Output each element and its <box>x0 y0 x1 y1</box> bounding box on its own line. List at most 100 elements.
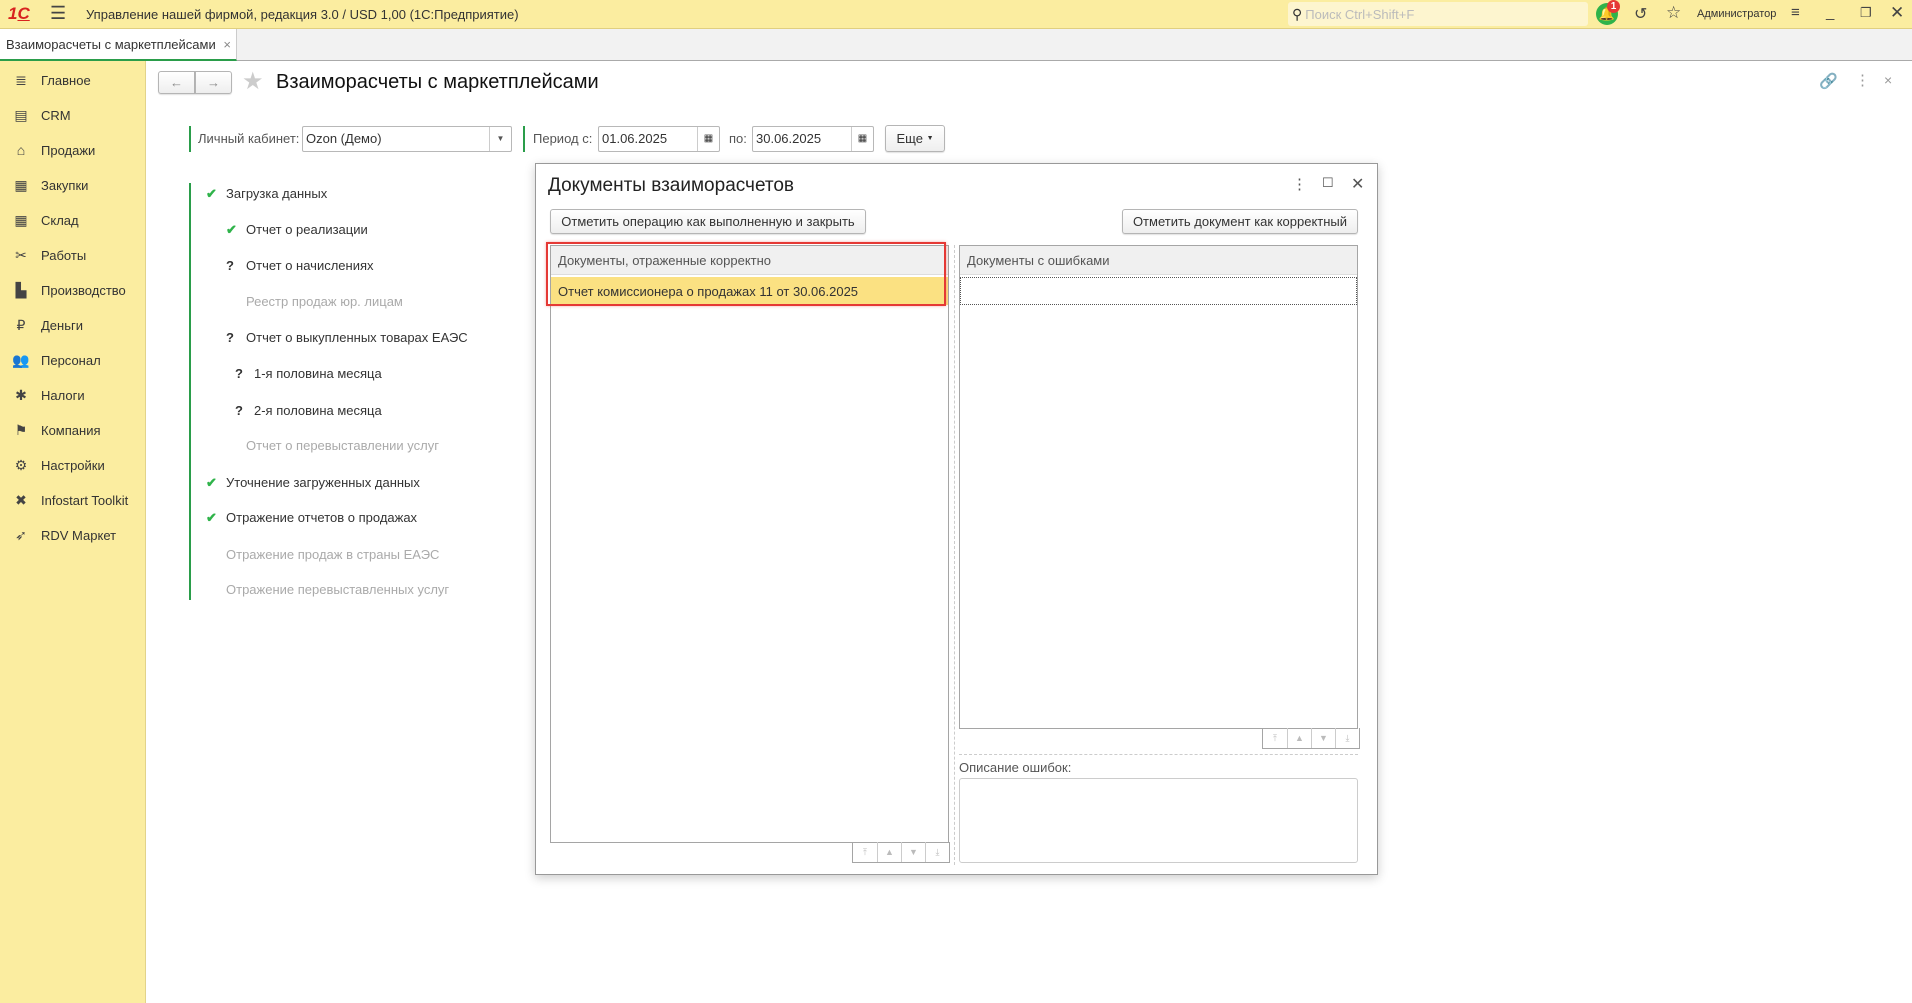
step-item[interactable]: ✔ Отражение отчетов о продажах <box>206 510 417 526</box>
step-label: Отчет о перевыставлении услуг <box>246 438 439 453</box>
step-item[interactable]: ✔ Уточнение загруженных данных <box>206 475 420 491</box>
mark-done-button[interactable]: Отметить операцию как выполненную и закр… <box>550 209 866 234</box>
step-label: Отражение продаж в страны ЕАЭС <box>226 547 440 562</box>
table-scroll-buttons: ⤒ ▲ ▼ ⤓ <box>1262 728 1360 749</box>
calendar-icon[interactable]: ▦ <box>851 127 873 151</box>
sidebar-item[interactable]: 👥 Персонал <box>0 345 146 375</box>
tab-marketplace-settlements[interactable]: Взаиморасчеты с маркетплейсами × <box>0 29 237 61</box>
user-name[interactable]: Администратор <box>1697 8 1776 20</box>
chevron-down-icon[interactable]: ▼ <box>489 127 511 151</box>
calendar-icon[interactable]: ▦ <box>697 127 719 151</box>
search-input[interactable]: ⚲ Поиск Ctrl+Shift+F <box>1288 2 1588 26</box>
scroll-top-icon[interactable]: ⤒ <box>853 842 877 862</box>
sidebar-icon: ▦ <box>14 176 28 193</box>
settings-menu-icon[interactable]: ≡ <box>1791 4 1800 21</box>
sidebar-icon: ✖ <box>15 491 27 508</box>
sidebar-item[interactable]: ✖ Infostart Toolkit <box>0 485 146 515</box>
sidebar-item[interactable]: ✱ Налоги <box>0 380 146 410</box>
period-from-label: Период с: <box>533 131 593 146</box>
tab-bar <box>0 29 1912 61</box>
menu-icon[interactable]: ☰ <box>50 3 66 24</box>
sidebar-item[interactable]: ₽ Деньги <box>0 310 146 340</box>
sidebar-item-label: Закупки <box>41 177 89 193</box>
question-icon: ? <box>226 330 234 345</box>
table-scroll-buttons: ⤒ ▲ ▼ ⤓ <box>852 842 950 863</box>
step-item[interactable]: ? 2-я половина месяца <box>235 403 382 418</box>
favorites-icon[interactable]: ☆ <box>1666 3 1681 23</box>
sidebar-item-label: Персонал <box>41 352 101 368</box>
step-label: Отчет о реализации <box>246 222 368 237</box>
notification-badge: 1 <box>1607 0 1620 13</box>
sidebar-item[interactable]: ▙ Производство <box>0 275 146 305</box>
question-icon: ? <box>226 258 234 273</box>
sidebar-item[interactable]: ➶ RDV Маркет <box>0 520 146 550</box>
link-icon[interactable]: 🔗 <box>1819 72 1838 90</box>
divider <box>189 126 191 152</box>
forward-button[interactable]: → <box>195 71 232 94</box>
restore-icon[interactable]: ❐ <box>1860 5 1872 21</box>
dialog-documents: Документы взаиморасчетов ⋮ ☐ ✕ Отметить … <box>535 163 1378 875</box>
history-icon[interactable]: ↺ <box>1634 4 1647 24</box>
question-icon: ? <box>235 366 243 381</box>
scroll-down-icon[interactable]: ▼ <box>1311 728 1335 748</box>
more-button[interactable]: Еще ▼ <box>885 125 945 152</box>
divider <box>523 126 525 152</box>
close-window-icon[interactable]: ✕ <box>1890 3 1904 23</box>
minimize-icon[interactable]: _ <box>1826 4 1834 21</box>
sidebar-item-label: Главное <box>41 72 91 88</box>
back-button[interactable]: ← <box>158 71 195 94</box>
step-item[interactable]: ✔ Загрузка данных <box>206 186 327 202</box>
account-select[interactable]: Ozon (Демо) ▼ <box>302 126 512 152</box>
scroll-up-icon[interactable]: ▲ <box>1287 728 1311 748</box>
close-form-icon[interactable]: × <box>1884 72 1892 88</box>
1c-logo[interactable]: 1С <box>8 4 30 24</box>
sidebar-icon: ➶ <box>15 526 27 543</box>
divider <box>959 754 1358 755</box>
sidebar-item[interactable]: ✂ Работы <box>0 240 146 270</box>
sidebar-item-label: Налоги <box>41 387 85 403</box>
error-description-label: Описание ошибок: <box>959 760 1072 775</box>
sidebar-item[interactable]: ▦ Закупки <box>0 170 146 200</box>
account-value: Ozon (Демо) <box>306 131 382 146</box>
sidebar-item[interactable]: ▦ Склад <box>0 205 146 235</box>
period-to-label: по: <box>729 131 747 146</box>
maximize-icon[interactable]: ☐ <box>1322 175 1334 191</box>
sidebar-icon: ⌂ <box>16 142 26 158</box>
sidebar-icon: ▤ <box>14 106 28 123</box>
sidebar-item[interactable]: ▤ CRM <box>0 100 146 130</box>
correct-documents-table[interactable]: Документы, отраженные корректно Отчет ко… <box>550 245 949 843</box>
tab-label: Взаиморасчеты с маркетплейсами <box>6 37 216 52</box>
scroll-top-icon[interactable]: ⤒ <box>1263 728 1287 748</box>
step-item[interactable]: ? 1-я половина месяца <box>235 366 382 381</box>
mark-correct-button[interactable]: Отметить документ как корректный <box>1122 209 1358 234</box>
favorite-star-icon[interactable]: ★ <box>242 67 264 96</box>
scroll-bottom-icon[interactable]: ⤓ <box>1335 728 1359 748</box>
sidebar-icon: ⚙ <box>14 456 28 473</box>
period-to-input[interactable]: 30.06.2025 ▦ <box>752 126 874 152</box>
sidebar-item[interactable]: ⚙ Настройки <box>0 450 146 480</box>
more-icon[interactable]: ⋮ <box>1855 71 1870 89</box>
step-item[interactable]: ✔ Отчет о реализации <box>226 222 368 238</box>
splitter[interactable] <box>954 245 955 865</box>
error-description-field[interactable] <box>959 778 1358 863</box>
scroll-down-icon[interactable]: ▼ <box>901 842 925 862</box>
empty-row[interactable] <box>960 277 1357 305</box>
scroll-bottom-icon[interactable]: ⤓ <box>925 842 949 862</box>
step-item[interactable]: ? Отчет о начислениях <box>226 258 374 273</box>
more-icon[interactable]: ⋮ <box>1292 175 1307 193</box>
sidebar-icon: 👥 <box>12 351 30 368</box>
error-documents-table[interactable]: Документы с ошибками <box>959 245 1358 729</box>
step-label: Уточнение загруженных данных <box>226 475 420 490</box>
step-item[interactable]: ? Отчет о выкупленных товарах ЕАЭС <box>226 330 468 345</box>
sidebar-item-label: RDV Маркет <box>41 527 117 543</box>
sidebar-item-label: Производство <box>41 282 126 298</box>
period-from-input[interactable]: 01.06.2025 ▦ <box>598 126 720 152</box>
sidebar-item-label: Компания <box>41 422 101 438</box>
close-tab-icon[interactable]: × <box>223 37 231 52</box>
sidebar-item[interactable]: ⚑ Компания <box>0 415 146 445</box>
sidebar-icon: ▦ <box>14 211 28 228</box>
sidebar-item[interactable]: ⌂ Продажи <box>0 135 146 165</box>
close-dialog-icon[interactable]: ✕ <box>1351 174 1364 194</box>
sidebar-item[interactable]: ≣ Главное <box>0 65 146 95</box>
scroll-up-icon[interactable]: ▲ <box>877 842 901 862</box>
